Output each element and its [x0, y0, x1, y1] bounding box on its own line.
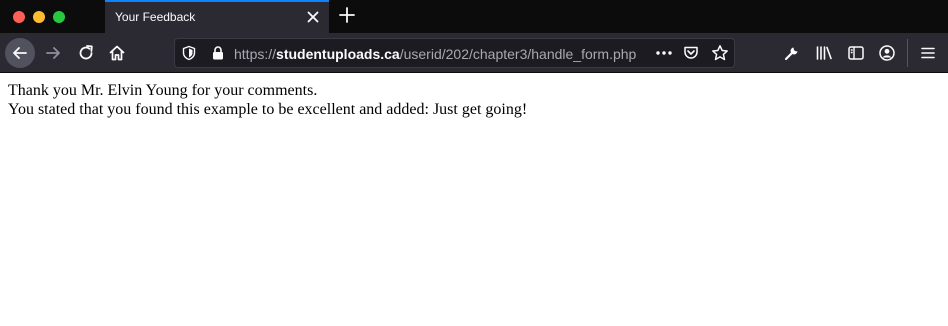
wrench-icon[interactable] [783, 44, 801, 62]
url-host: studentuploads.ca [276, 46, 400, 62]
page-content: Thank you Mr. Elvin Young for your comme… [8, 81, 938, 119]
toolbar-divider [907, 39, 908, 67]
url-path: /userid/202/chapter3/handle_form.php [399, 46, 637, 62]
sidebar-icon[interactable] [847, 44, 865, 62]
forward-arrow-icon[interactable] [44, 44, 62, 62]
title-bar: Your Feedback [0, 0, 948, 33]
lock-icon[interactable] [210, 45, 226, 61]
minimize-window-button[interactable] [33, 11, 45, 23]
tab-title: Your Feedback [115, 10, 196, 24]
pocket-icon[interactable] [683, 45, 699, 61]
new-tab-plus-icon[interactable] [338, 6, 356, 24]
close-window-button[interactable] [13, 11, 25, 23]
more-icon[interactable] [655, 45, 673, 61]
back-arrow-icon [13, 47, 27, 59]
tab-your-feedback[interactable]: Your Feedback [105, 0, 329, 33]
account-icon[interactable] [878, 44, 896, 62]
address-bar[interactable]: https://studentuploads.ca/userid/202/cha… [174, 38, 735, 68]
home-icon[interactable] [108, 44, 126, 62]
shield-icon[interactable] [181, 45, 197, 61]
feedback-summary: You stated that you found this example t… [8, 101, 528, 118]
bookmark-star-icon[interactable] [711, 44, 729, 62]
back-button[interactable] [5, 38, 35, 68]
thank-you-message: Thank you Mr. Elvin Young for your comme… [8, 82, 318, 99]
reload-icon[interactable] [77, 44, 95, 62]
close-icon[interactable] [305, 9, 321, 25]
zoom-window-button[interactable] [53, 11, 65, 23]
url-text[interactable]: https://studentuploads.ca/userid/202/cha… [234, 46, 636, 62]
navigation-toolbar: https://studentuploads.ca/userid/202/cha… [0, 33, 948, 73]
library-icon[interactable] [815, 44, 833, 62]
url-scheme: https:// [234, 46, 277, 62]
menu-icon[interactable] [919, 44, 937, 62]
